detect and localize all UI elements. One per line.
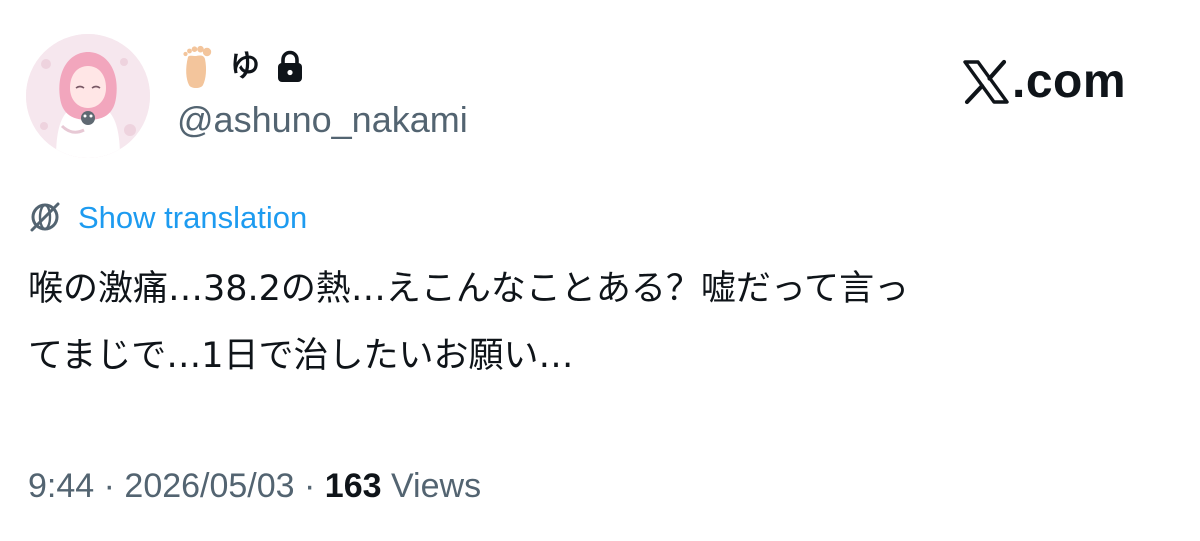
tweet-text: 喉の激痛…38.2の熱…えこんなことある？嘘だって言っ てまじで…1日で治したい… — [28, 269, 910, 376]
tweet-meta: 9:44 · 2026/05/03 · 163 Views — [28, 466, 481, 507]
x-logo-icon — [963, 59, 1009, 105]
globe-icon — [30, 202, 60, 232]
author-handle[interactable]: @ashuno_nakami — [177, 98, 468, 141]
tweet-date[interactable]: 2026/05/03 — [124, 467, 294, 505]
avatar-image — [26, 34, 150, 158]
lock-icon — [278, 50, 302, 82]
brand-domain-text: .com — [1012, 55, 1127, 108]
brand-watermark: .com — [962, 52, 1126, 112]
author-name-row[interactable]: ゆ — [180, 44, 304, 90]
meta-separator: · — [94, 467, 125, 505]
meta-separator: · — [294, 467, 325, 505]
avatar[interactable] — [26, 34, 150, 158]
views-label: Views — [390, 467, 482, 505]
bare-foot-icon — [183, 45, 212, 88]
display-name: ゆ — [230, 49, 260, 84]
tweet-time[interactable]: 9:44 — [28, 467, 94, 505]
show-translation-button[interactable]: Show translation — [28, 196, 307, 238]
show-translation-label: Show translation — [78, 199, 308, 235]
views-count: 163 — [324, 467, 382, 505]
